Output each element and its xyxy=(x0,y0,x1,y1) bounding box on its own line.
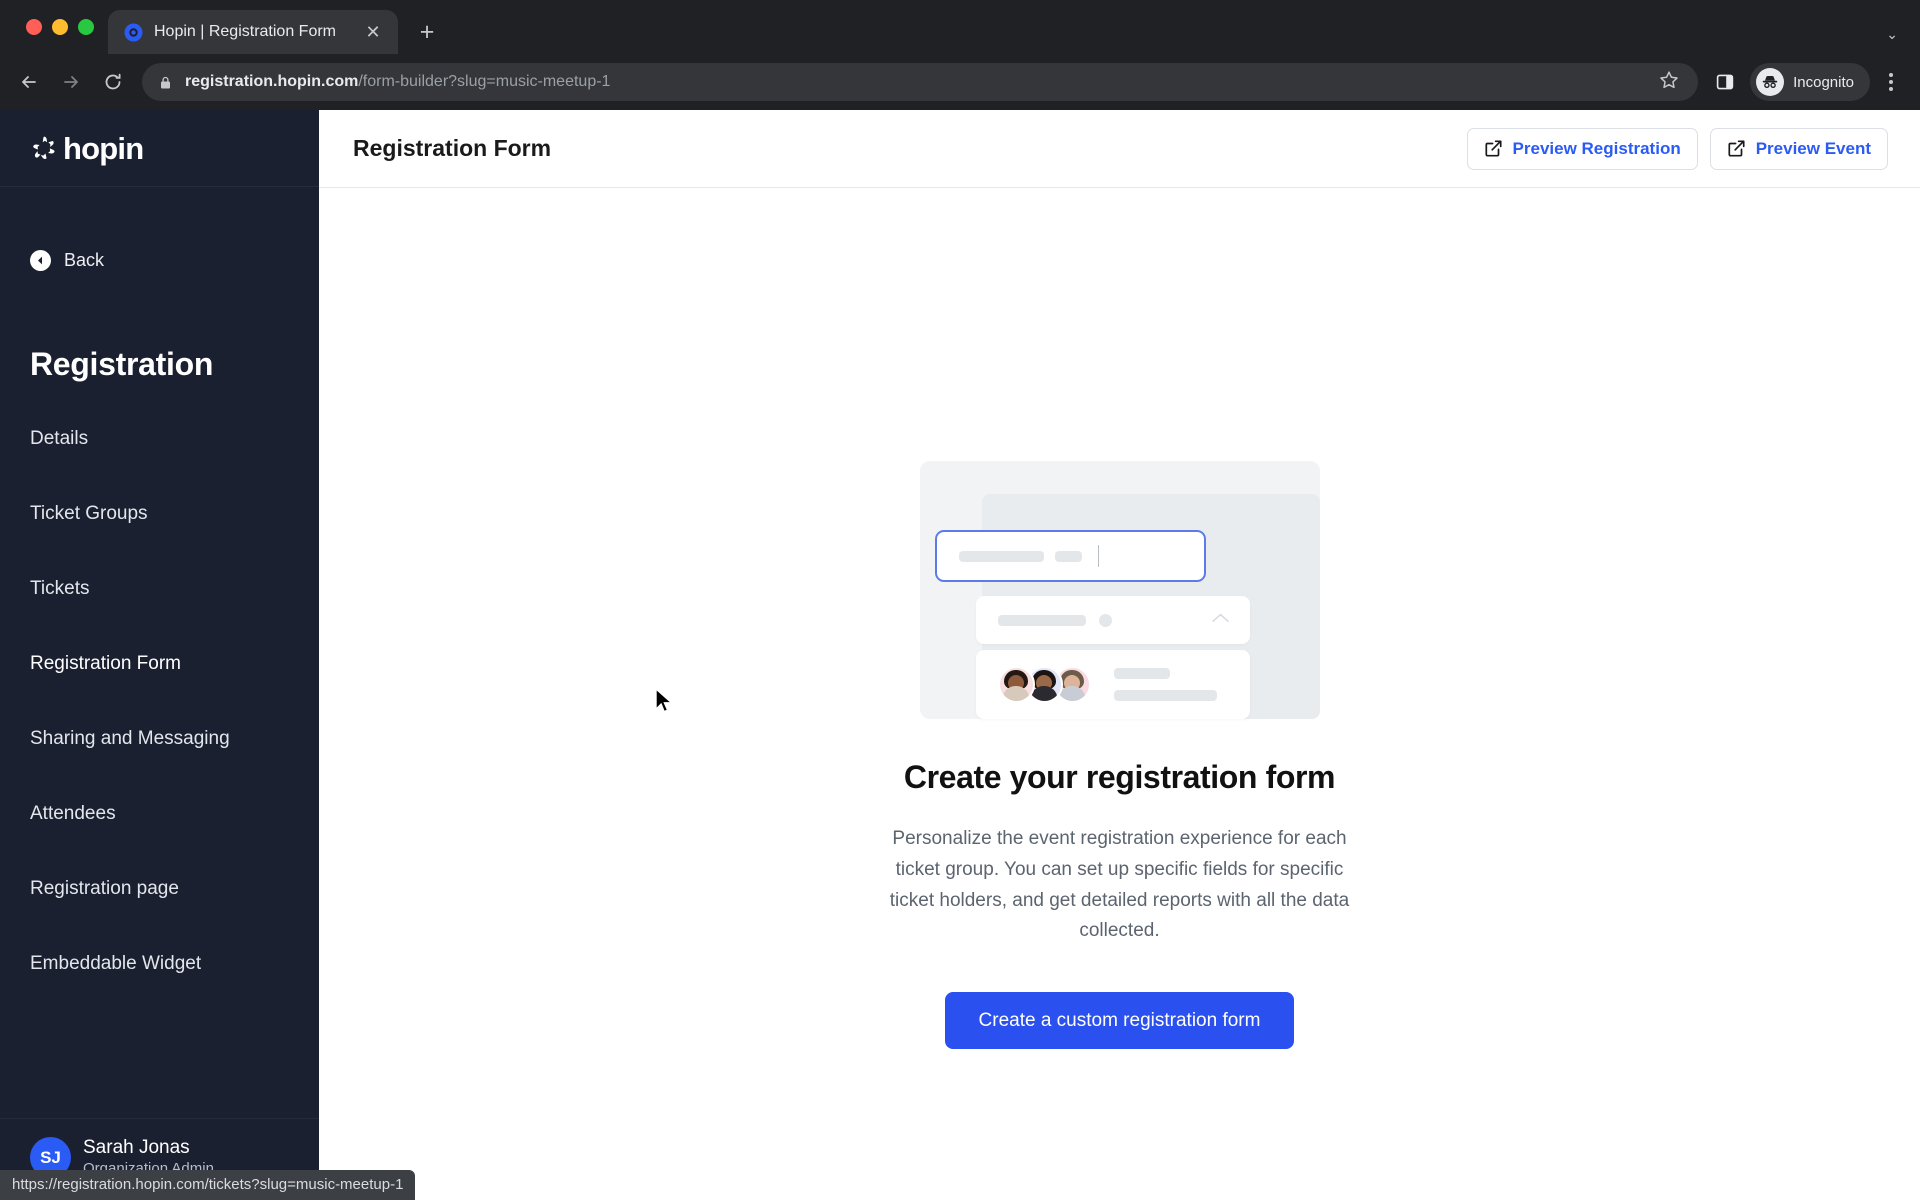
status-url-bubble: https://registration.hopin.com/tickets?s… xyxy=(0,1170,416,1200)
tab-strip: Hopin | Registration Form ✕ + ⌄ xyxy=(0,0,1920,54)
external-link-icon xyxy=(1727,139,1746,158)
preview-event-button[interactable]: Preview Event xyxy=(1709,127,1888,170)
registration-form-illustration xyxy=(919,461,1320,719)
main-body: Create your registration form Personaliz… xyxy=(319,188,1920,1200)
tab-title: Hopin | Registration Form xyxy=(154,23,336,40)
sidebar-nav: Details Ticket Groups Tickets Registrati… xyxy=(0,420,319,1020)
browser-window: Hopin | Registration Form ✕ + ⌄ registra… xyxy=(0,0,1920,1200)
browser-tab[interactable]: Hopin | Registration Form ✕ xyxy=(108,10,398,54)
create-custom-registration-form-button[interactable]: Create a custom registration form xyxy=(944,992,1295,1050)
side-panel-icon[interactable] xyxy=(1708,65,1742,99)
sidebar-item-ticket-groups[interactable]: Ticket Groups xyxy=(0,495,319,533)
sidebar-logo-area[interactable]: hopin xyxy=(0,110,319,187)
hopin-mark-icon xyxy=(30,134,58,162)
close-window-button[interactable] xyxy=(26,19,42,35)
avatar xyxy=(997,666,1035,703)
bookmark-star-icon[interactable] xyxy=(1658,69,1684,95)
empty-state-description: Personalize the event registration exper… xyxy=(889,828,1350,942)
back-link[interactable]: Back xyxy=(0,238,319,282)
minimize-window-button[interactable] xyxy=(52,19,68,35)
hopin-favicon xyxy=(124,23,143,42)
maximize-window-button[interactable] xyxy=(78,19,94,35)
sidebar-item-sharing-and-messaging[interactable]: Sharing and Messaging xyxy=(0,720,319,758)
sidebar-item-attendees[interactable]: Attendees xyxy=(0,795,319,833)
url-text: registration.hopin.com/form-builder?slug… xyxy=(185,73,1646,91)
illustration-focused-input xyxy=(934,530,1206,582)
external-link-icon xyxy=(1484,139,1503,158)
back-navigation-button[interactable] xyxy=(10,63,48,101)
address-bar[interactable]: registration.hopin.com/form-builder?slug… xyxy=(142,63,1699,101)
hopin-logo: hopin xyxy=(30,130,144,166)
main-header: Registration Form Preview Registration P… xyxy=(319,110,1920,188)
sidebar-heading: Registration xyxy=(30,346,214,382)
header-actions: Preview Registration Preview Event xyxy=(1466,127,1888,170)
chevron-up-icon xyxy=(1211,611,1230,629)
illustration-text-lines xyxy=(1113,668,1217,701)
sidebar-item-registration-page[interactable]: Registration page xyxy=(0,870,319,908)
lock-icon xyxy=(158,75,173,90)
sidebar: hopin Back Registration Details Ticket G… xyxy=(0,110,319,1200)
preview-registration-label: Preview Registration xyxy=(1512,138,1681,158)
tab-list-chevron-icon[interactable]: ⌄ xyxy=(1886,26,1898,43)
illustration-text-caret xyxy=(1097,545,1099,567)
illustration-select-row xyxy=(975,596,1250,644)
sidebar-item-details[interactable]: Details xyxy=(0,420,319,458)
sidebar-item-embeddable-widget[interactable]: Embeddable Widget xyxy=(0,945,319,983)
empty-state-title: Create your registration form xyxy=(903,759,1336,795)
url-host: registration.hopin.com xyxy=(185,73,359,90)
url-path: /form-builder?slug=music-meetup-1 xyxy=(358,73,611,90)
hopin-wordmark: hopin xyxy=(63,130,144,166)
incognito-profile-chip[interactable]: Incognito xyxy=(1750,63,1870,101)
empty-state: Create your registration form Personaliz… xyxy=(880,461,1360,1050)
sidebar-item-registration-form[interactable]: Registration Form xyxy=(0,645,319,683)
illustration-attendees-row xyxy=(975,650,1250,719)
page-title: Registration Form xyxy=(353,135,552,161)
incognito-label: Incognito xyxy=(1793,73,1854,91)
browser-toolbar: registration.hopin.com/form-builder?slug… xyxy=(0,54,1920,110)
new-tab-button[interactable]: + xyxy=(410,15,444,49)
reload-button[interactable] xyxy=(94,63,132,101)
back-arrow-icon xyxy=(30,249,51,271)
illustration-avatar-group xyxy=(997,666,1091,703)
page-viewport: hopin Back Registration Details Ticket G… xyxy=(0,110,1920,1200)
incognito-icon xyxy=(1756,68,1785,96)
sidebar-item-tickets[interactable]: Tickets xyxy=(0,570,319,608)
main-content: Registration Form Preview Registration P… xyxy=(319,110,1920,1200)
user-name: Sarah Jonas xyxy=(83,1137,190,1159)
preview-event-label: Preview Event xyxy=(1755,138,1871,158)
preview-registration-button[interactable]: Preview Registration xyxy=(1466,127,1698,170)
window-traffic-lights xyxy=(16,0,108,54)
forward-navigation-button[interactable] xyxy=(52,63,90,101)
close-tab-button[interactable]: ✕ xyxy=(360,19,386,45)
back-label: Back xyxy=(64,249,105,270)
kebab-menu-icon[interactable] xyxy=(1874,63,1908,101)
